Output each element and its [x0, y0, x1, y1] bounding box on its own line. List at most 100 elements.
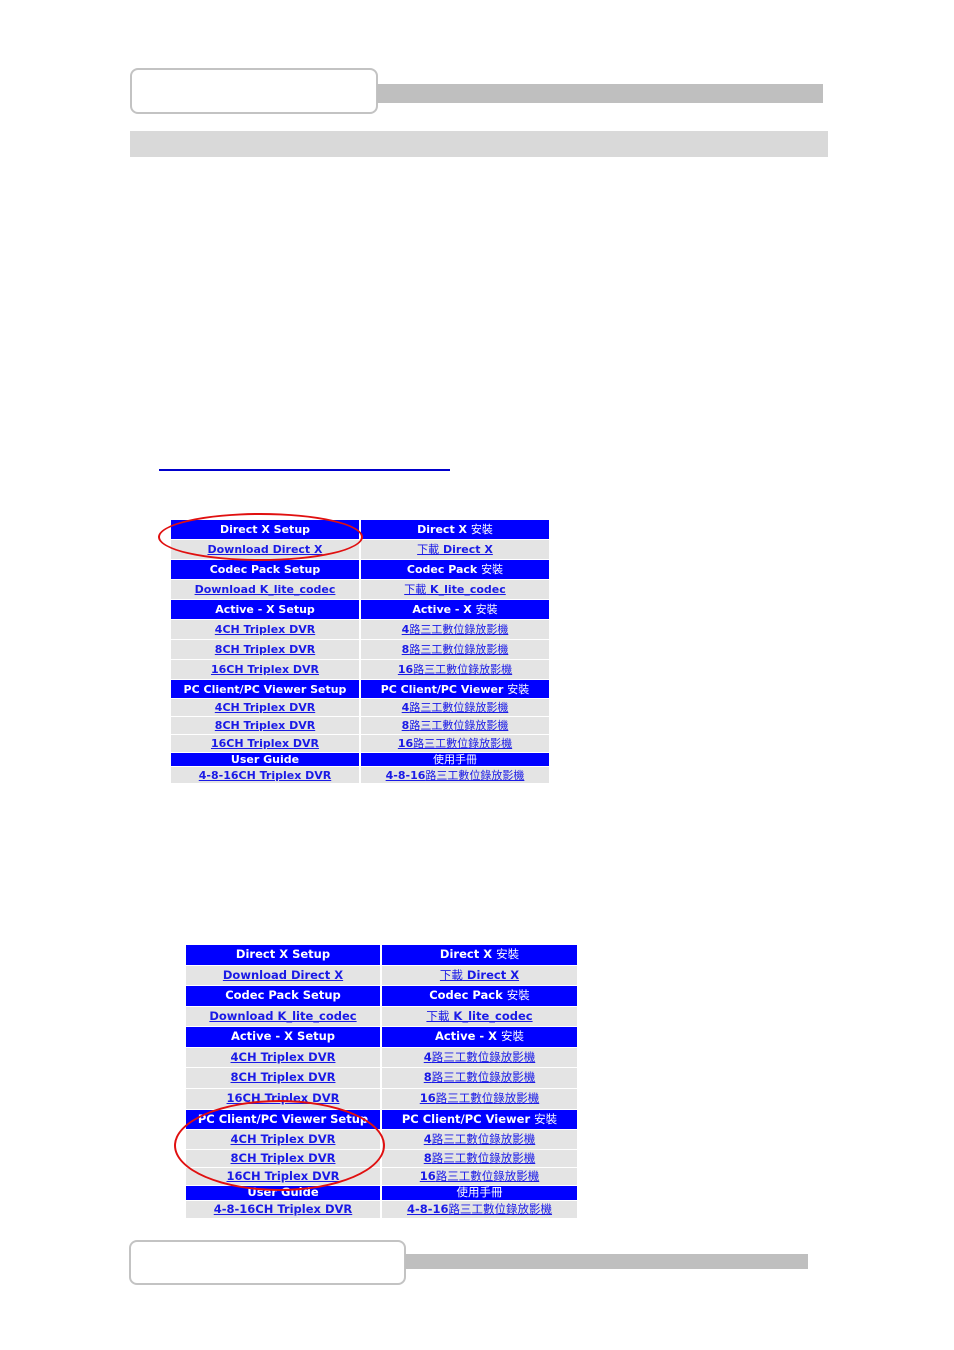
section-header-row: Codec Pack Setup Codec Pack 安裝	[171, 560, 549, 580]
download-link-en[interactable]: 4-8-16CH Triplex DVR	[214, 1202, 353, 1216]
download-row: 4CH Triplex DVR 4路三工數位錄放影機	[186, 1048, 577, 1068]
download-link-en[interactable]: Download Direct X	[223, 968, 343, 982]
download-link-en[interactable]: 8CH Triplex DVR	[215, 719, 315, 732]
section-header-row: User Guide 使用手冊	[171, 753, 549, 767]
download-link-en[interactable]: 16CH Triplex DVR	[211, 737, 319, 750]
section-header-row: PC Client/PC Viewer Setup PC Client/PC Vi…	[186, 1110, 577, 1130]
download-link-zh[interactable]: 下載 Direct X	[440, 968, 519, 982]
link-cell-en: 4CH Triplex DVR	[171, 620, 361, 640]
link-cell-zh: 16路三工數位錄放影機	[382, 1089, 577, 1110]
download-link-zh[interactable]: 4路三工數位錄放影機	[424, 1050, 536, 1064]
download-link-en[interactable]: 8CH Triplex DVR	[231, 1070, 336, 1084]
download-link-en[interactable]: Download K_lite_codec	[195, 583, 336, 596]
label-part: Direct X	[462, 967, 520, 982]
label-part: 路三工數位錄放影機	[435, 1091, 540, 1106]
download-link-zh[interactable]: 下載 K_lite_codec	[404, 583, 506, 596]
section-header-row: Active - X Setup Active - X 安裝	[171, 600, 549, 620]
hyperlink-underline[interactable]	[159, 469, 450, 471]
link-cell-zh: 16路三工數位錄放影機	[382, 1168, 577, 1186]
download-link-zh[interactable]: 4路三工數位錄放影機	[402, 623, 509, 636]
download-row: 4CH Triplex DVR 4路三工數位錄放影機	[171, 699, 549, 717]
download-link-zh[interactable]: 8路三工數位錄放影機	[424, 1151, 536, 1165]
download-link-zh[interactable]: 4路三工數位錄放影機	[424, 1132, 536, 1146]
download-link-zh[interactable]: 4-8-16路三工數位錄放影機	[407, 1202, 552, 1216]
download-link-zh[interactable]: 16路三工數位錄放影機	[420, 1091, 540, 1105]
link-cell-zh: 下載 Direct X	[361, 540, 549, 560]
download-link-en[interactable]: 4CH Triplex DVR	[215, 623, 315, 636]
section-title-zh: 使用手冊	[433, 753, 477, 766]
download-link-zh[interactable]: 16路三工數位錄放影機	[398, 737, 512, 750]
download-link-zh[interactable]: 4路三工數位錄放影機	[402, 701, 509, 714]
label-part: Direct X	[417, 523, 471, 536]
download-link-zh[interactable]: 下載 K_lite_codec	[426, 1009, 532, 1023]
download-link-en[interactable]: 16CH Triplex DVR	[211, 663, 319, 676]
download-row: 4CH Triplex DVR 4路三工數位錄放影機	[186, 1130, 577, 1150]
download-row: 16CH Triplex DVR 16路三工數位錄放影機	[171, 735, 549, 753]
section-title-en: Active - X Setup	[230, 1029, 336, 1044]
link-cell-en: Download Direct X	[171, 540, 361, 560]
download-link-en[interactable]: 16CH Triplex DVR	[227, 1091, 340, 1105]
link-cell-en: 16CH Triplex DVR	[186, 1089, 382, 1110]
label-part: 16	[397, 737, 414, 750]
download-row: 8CH Triplex DVR 8路三工數位錄放影機	[171, 717, 549, 735]
label-part: K_lite_codec	[426, 583, 506, 596]
section-header-en: User Guide	[186, 1186, 382, 1201]
download-link-en[interactable]: 4CH Triplex DVR	[231, 1050, 336, 1064]
link-cell-en: 16CH Triplex DVR	[171, 660, 361, 680]
download-link-zh[interactable]: 4-8-16路三工數位錄放影機	[386, 769, 525, 782]
link-cell-zh: 8路三工數位錄放影機	[361, 640, 549, 660]
section-title-zh: 使用手冊	[457, 1186, 503, 1199]
label-part: 路三工數位錄放影機	[409, 719, 509, 732]
label-part: 下載	[404, 583, 427, 596]
download-link-en[interactable]: 4CH Triplex DVR	[215, 701, 315, 714]
download-link-zh[interactable]: 下載 Direct X	[417, 543, 493, 556]
download-link-en[interactable]: 4-8-16CH Triplex DVR	[199, 769, 332, 782]
label-part: 路三工數位錄放影機	[448, 1201, 553, 1216]
download-table-2: Direct X Setup Direct X 安裝 Download Direct…	[186, 945, 577, 1219]
label-part: 路三工數位錄放影機	[431, 1150, 536, 1165]
section-title-en: Direct X Setup	[219, 523, 311, 536]
download-link-zh[interactable]: 8路三工數位錄放影機	[402, 643, 509, 656]
download-link-zh[interactable]: 16路三工數位錄放影機	[398, 663, 512, 676]
label-part: 安裝	[506, 988, 530, 1003]
section-header-row: PC Client/PC Viewer Setup PC Client/PC Vi…	[171, 680, 549, 699]
section-header-en: User Guide	[171, 753, 361, 767]
section-header-zh: Direct X 安裝	[361, 520, 549, 540]
download-row: 4-8-16CH Triplex DVR 4-8-16路三工數位錄放影機	[171, 767, 549, 784]
download-link-en[interactable]: 4CH Triplex DVR	[231, 1132, 336, 1146]
section-header-en: PC Client/PC Viewer Setup	[186, 1110, 382, 1130]
label-part: 下載	[439, 967, 463, 982]
section-title-en: Codec Pack Setup	[225, 988, 341, 1003]
link-cell-en: 16CH Triplex DVR	[186, 1168, 382, 1186]
link-cell-zh: 8路三工數位錄放影機	[382, 1068, 577, 1089]
label-part: 16	[419, 1091, 436, 1106]
download-link-en[interactable]: Download Direct X	[207, 543, 322, 556]
link-cell-en: 8CH Triplex DVR	[186, 1068, 382, 1089]
label-part: PC Client/PC Viewer	[401, 1111, 535, 1126]
section-header-zh: 使用手冊	[361, 753, 549, 767]
label-part: 路三工數位錄放影機	[409, 643, 509, 656]
link-cell-en: Download Direct X	[186, 966, 382, 986]
link-cell-zh: 4路三工數位錄放影機	[361, 699, 549, 717]
download-link-en[interactable]: Download K_lite_codec	[209, 1009, 356, 1023]
download-link-en[interactable]: 16CH Triplex DVR	[227, 1169, 340, 1183]
link-cell-zh: 8路三工數位錄放影機	[361, 717, 549, 735]
header-title-box	[130, 68, 378, 114]
label-part: 路三工數位錄放影機	[431, 1131, 536, 1146]
section-title-en: User Guide	[247, 1186, 319, 1200]
download-link-zh[interactable]: 16路三工數位錄放影機	[420, 1169, 540, 1183]
label-part: 路三工數位錄放影機	[431, 1070, 536, 1085]
download-link-zh[interactable]: 8路三工數位錄放影機	[402, 719, 509, 732]
download-row: 8CH Triplex DVR 8路三工數位錄放影機	[171, 640, 549, 660]
link-cell-zh: 16路三工數位錄放影機	[361, 660, 549, 680]
link-cell-en: 8CH Triplex DVR	[171, 717, 361, 735]
footer-bar	[405, 1254, 808, 1269]
link-cell-zh: 下載 K_lite_codec	[382, 1007, 577, 1027]
label-part: 路三工數位錄放影機	[431, 1049, 536, 1064]
label-part: 路三工數位錄放影機	[435, 1168, 540, 1183]
download-link-en[interactable]: 8CH Triplex DVR	[231, 1151, 336, 1165]
download-link-en[interactable]: 8CH Triplex DVR	[215, 643, 315, 656]
download-link-zh[interactable]: 8路三工數位錄放影機	[424, 1070, 536, 1084]
link-cell-en: Download K_lite_codec	[171, 580, 361, 600]
section-header-zh: Direct X 安裝	[382, 945, 577, 966]
